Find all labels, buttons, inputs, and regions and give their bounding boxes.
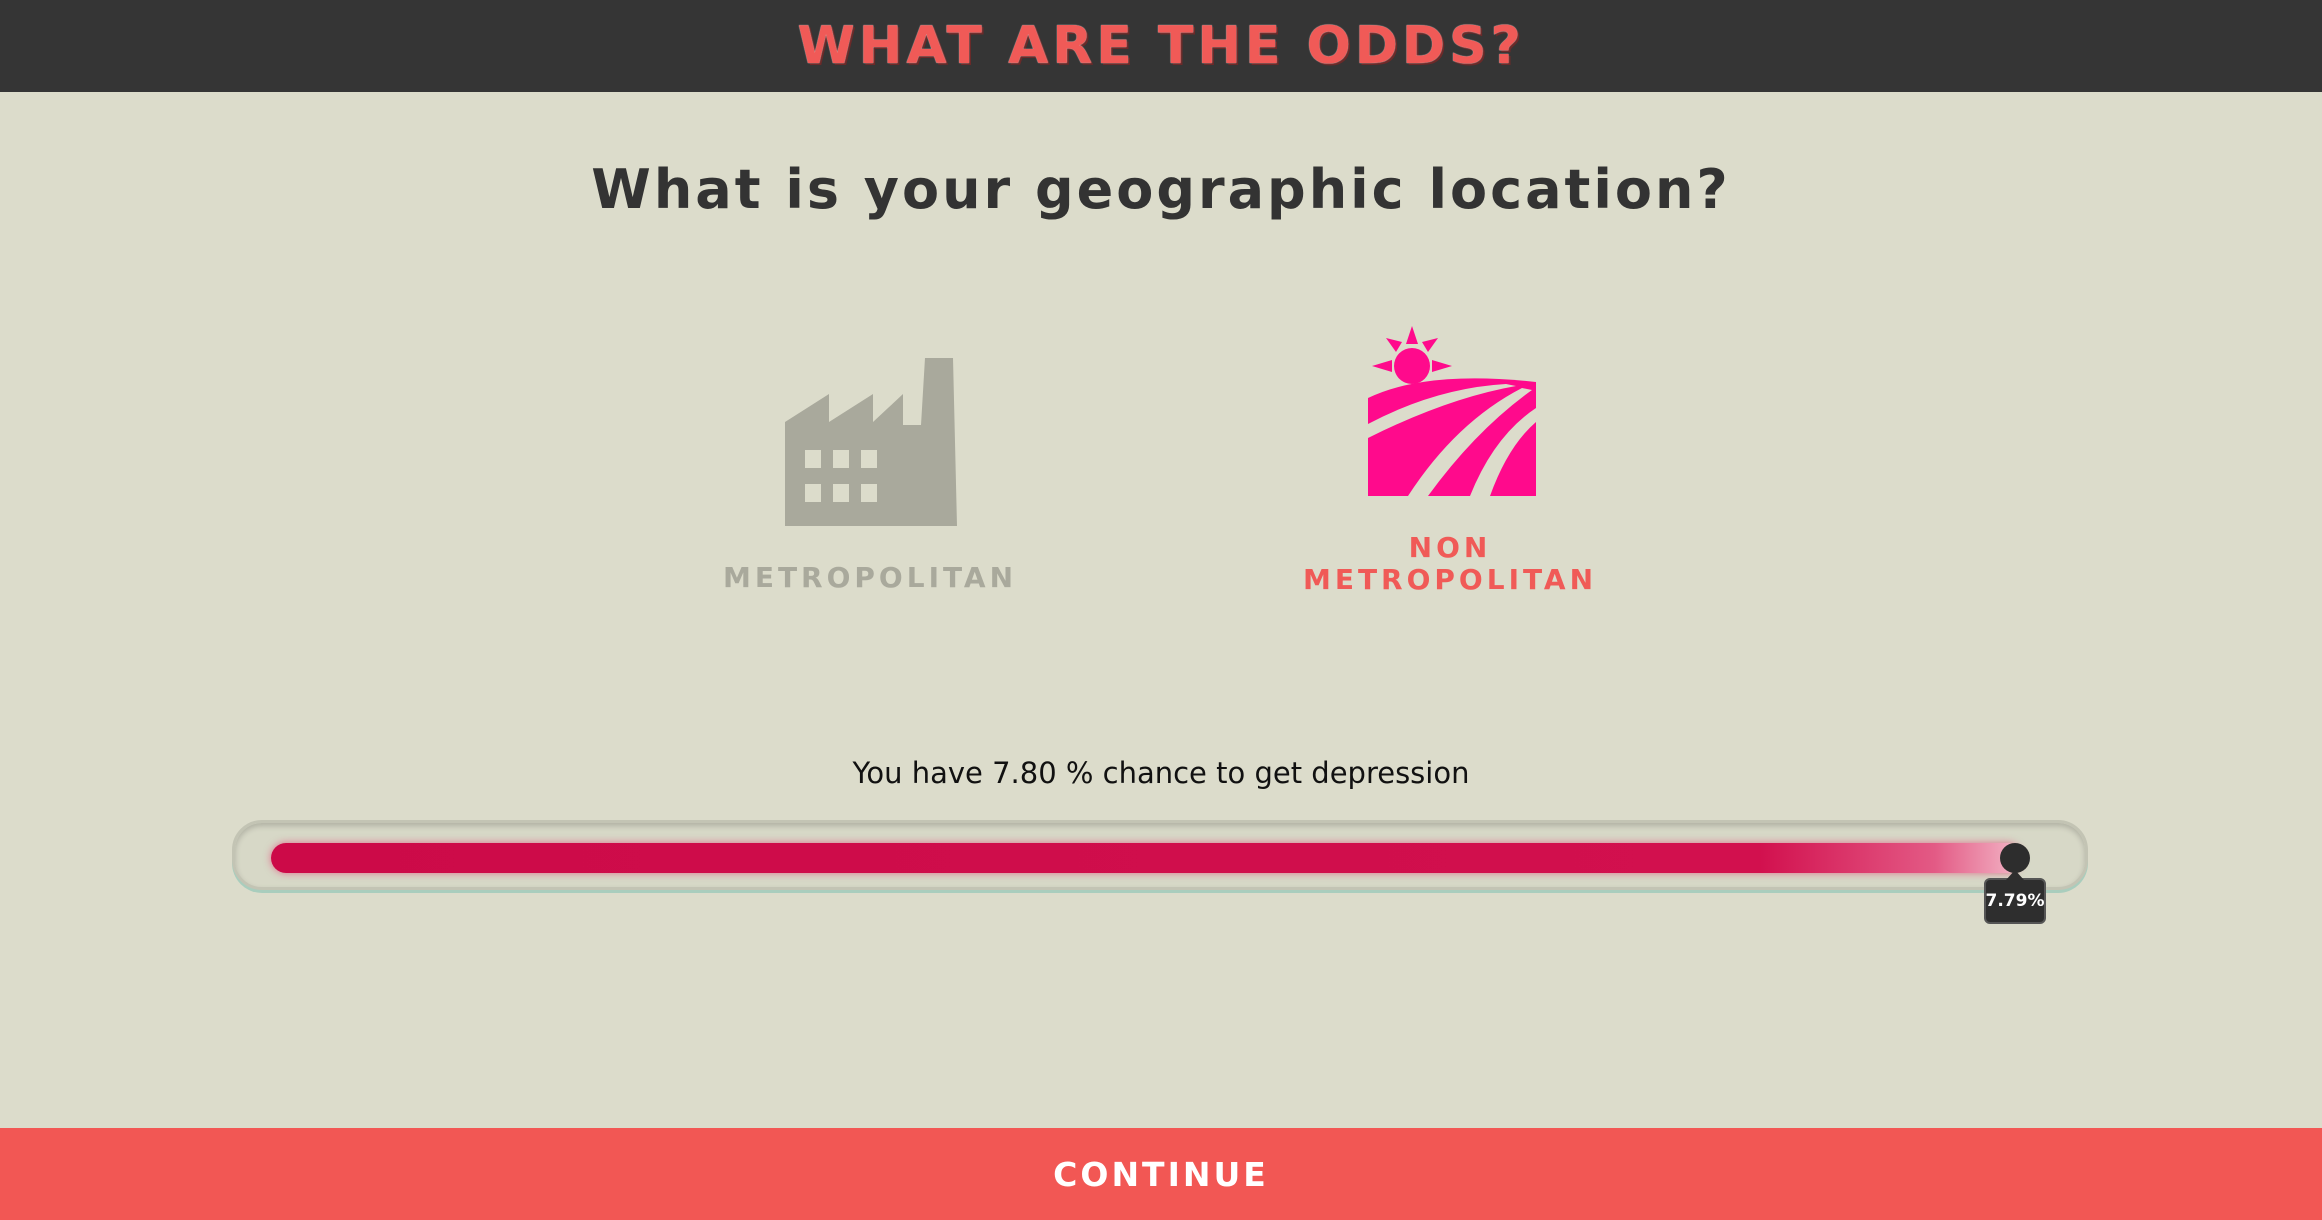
continue-label: CONTINUE (1053, 1154, 1269, 1194)
header-bar: WHAT ARE THE ODDS? (0, 0, 2322, 92)
farm-field-sun-icon (1368, 326, 1536, 496)
progress-fill (271, 843, 2022, 873)
progress-track (232, 820, 2088, 890)
result-text: You have 7.80 % chance to get depression (852, 756, 1470, 790)
label-line-1: NON (1408, 531, 1492, 564)
option-metropolitan-label: METROPOLITAN (722, 561, 1018, 594)
app-root: WHAT ARE THE ODDS? What is your geograph… (0, 0, 2322, 1220)
progress-handle (2000, 843, 2030, 873)
option-non-metropolitan[interactable]: NON METROPOLITAN (1290, 322, 1610, 612)
question-heading: What is your geographic location? (591, 158, 1731, 221)
continue-button[interactable]: CONTINUE (0, 1128, 2322, 1220)
label-line-2: METROPOLITAN (1302, 563, 1598, 596)
factory-icon (785, 358, 957, 526)
progress-tooltip: 7.79% (1984, 870, 2046, 924)
option-non-metropolitan-label: NON METROPOLITAN (1290, 532, 1610, 596)
app-title: WHAT ARE THE ODDS? (797, 16, 1525, 76)
option-metropolitan[interactable]: METROPOLITAN (700, 350, 1040, 610)
